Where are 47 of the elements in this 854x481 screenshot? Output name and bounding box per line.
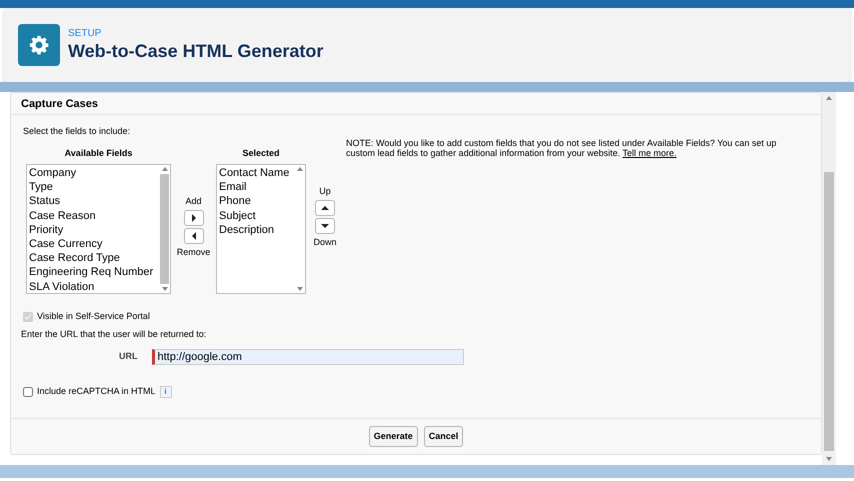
gear-icon xyxy=(18,24,60,66)
scrollbar[interactable] xyxy=(159,165,170,293)
checkbox-label: Visible in Self-Service Portal xyxy=(37,310,150,323)
list-option[interactable]: Contact Name xyxy=(219,166,292,180)
note-text: NOTE: Would you like to add custom fields that you do not see listed under Available Fields? You can set up custom lead fields to gather additional information from your website. Tell me more. xyxy=(346,136,778,158)
form-button[interactable]: Cancel xyxy=(424,426,464,448)
selected-fields-list[interactable]: Contact Name Email Phone Subject Description xyxy=(216,164,306,294)
move-up-button[interactable] xyxy=(315,200,335,216)
remove-label: Remove xyxy=(176,246,210,260)
scrollbar[interactable] xyxy=(822,92,836,465)
list-option[interactable]: Type xyxy=(29,180,157,194)
form-button[interactable]: Generate xyxy=(368,426,418,448)
url-prompt: Enter the URL that the user will be returned to: xyxy=(21,328,208,340)
list-option[interactable]: Case Reason xyxy=(29,208,157,223)
remove-button[interactable] xyxy=(184,228,204,244)
checkbox-label: Include reCAPTCHA in HTML xyxy=(37,385,156,398)
page-title: Web-to-Case HTML Generator xyxy=(68,40,324,62)
instruction-text: Select the fields to include: xyxy=(23,125,132,138)
panel-title: Capture Cases xyxy=(11,93,821,115)
list-option[interactable]: Case Record Type xyxy=(29,251,157,266)
breadcrumb: SETUP xyxy=(68,28,102,40)
add-button[interactable] xyxy=(184,210,204,226)
url-label: URL xyxy=(119,350,138,364)
list-option[interactable]: Case Currency xyxy=(29,237,157,252)
list-label: Available Fields xyxy=(64,146,134,160)
move-down-button[interactable] xyxy=(315,218,335,234)
list-option[interactable]: Priority xyxy=(29,222,157,238)
right-triangle-icon xyxy=(190,214,196,222)
list-option[interactable]: Company xyxy=(29,166,157,180)
available-fields-list[interactable]: Company Type Status Case Reason Priority Case Currency Case Record Type Engineering Req Number SLA Violation xyxy=(26,164,171,294)
list-label: Selected xyxy=(241,146,281,160)
down-label: Down xyxy=(313,236,336,250)
list-option[interactable]: Engineering Req Number xyxy=(29,265,157,280)
up-triangle-icon xyxy=(321,205,329,212)
list-option[interactable]: Subject xyxy=(219,208,292,223)
left-triangle-icon xyxy=(190,232,196,240)
url-field[interactable]: http://google.com xyxy=(152,349,464,365)
list-option[interactable]: Status xyxy=(29,194,157,209)
down-triangle-icon xyxy=(321,223,329,230)
list-option[interactable]: Description xyxy=(219,222,292,238)
list-option[interactable]: Email xyxy=(219,180,292,194)
list-option[interactable]: SLA Violation xyxy=(29,280,157,294)
tell-me-more-link[interactable]: Tell me more. xyxy=(622,148,676,158)
list-option[interactable]: Phone xyxy=(219,194,292,209)
add-label: Add xyxy=(185,194,202,208)
recaptcha-checkbox[interactable] xyxy=(23,386,33,397)
up-label: Up xyxy=(319,184,331,198)
